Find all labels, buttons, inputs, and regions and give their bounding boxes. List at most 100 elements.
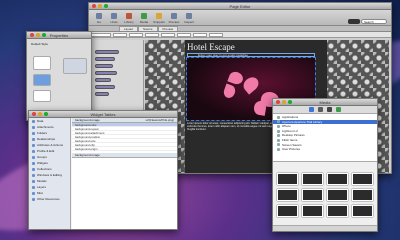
link-select[interactable] xyxy=(177,32,191,37)
profile-icon xyxy=(32,149,35,153)
data-icon xyxy=(32,119,35,123)
color-select[interactable] xyxy=(145,32,159,37)
snippet-item[interactable] xyxy=(95,92,109,96)
window-title: Properties xyxy=(49,33,69,38)
misc-icon xyxy=(32,191,35,195)
snippet-item[interactable] xyxy=(95,57,115,61)
format-bar xyxy=(89,32,391,38)
photo-thumbnail[interactable] xyxy=(352,173,373,185)
folder-icon xyxy=(277,147,280,151)
toolbar-inspect-button[interactable]: Inspect xyxy=(183,13,195,24)
preview-icon xyxy=(171,13,177,19)
group-icon xyxy=(32,155,35,159)
photo-thumbnail[interactable] xyxy=(352,205,373,217)
widget-sidebar: Data Attachments Folders Relationships A… xyxy=(29,118,71,229)
style-card[interactable] xyxy=(33,74,51,86)
toolbar-media-button[interactable]: Media xyxy=(138,13,150,24)
toolbar-preview-button[interactable]: Preview xyxy=(168,13,180,24)
indent-select[interactable] xyxy=(209,32,223,37)
folder-icon xyxy=(277,143,280,147)
widget-tables-window: Widget Tables Data Attachments Folders R… xyxy=(28,110,178,230)
lightroom-icon xyxy=(277,129,280,133)
table-row[interactable]: background-origin xyxy=(72,147,177,151)
snippets-icon xyxy=(156,13,162,19)
photo-thumbnail[interactable] xyxy=(302,205,323,217)
photo-thumbnail[interactable] xyxy=(302,189,323,201)
photo-thumbnail[interactable] xyxy=(327,205,348,217)
aperture-icon xyxy=(277,120,280,124)
search-input[interactable]: Search xyxy=(361,19,387,24)
style-card[interactable] xyxy=(33,56,51,70)
folder-icon xyxy=(32,131,35,135)
section-header: background-image xyxy=(72,153,177,158)
media-icon xyxy=(141,13,147,19)
media-footer xyxy=(273,225,377,231)
editor-titlebar: Page Editor xyxy=(89,3,391,10)
photos-icon[interactable] xyxy=(309,107,314,112)
media-type-bar xyxy=(273,106,377,114)
widget-icon xyxy=(32,161,35,165)
header-property: background-image xyxy=(75,118,100,122)
toolbar-undo-button[interactable]: Undo xyxy=(108,13,120,24)
align-select[interactable] xyxy=(161,32,175,37)
relationship-icon xyxy=(32,137,35,141)
photo-thumbnail[interactable] xyxy=(327,189,348,201)
snippet-item[interactable] xyxy=(95,50,119,54)
properties-titlebar: Properties xyxy=(27,32,91,39)
photo-thumbnail[interactable] xyxy=(277,205,298,217)
folder-icon xyxy=(277,134,280,138)
sidebar-item-other[interactable]: Other Resources xyxy=(29,196,70,202)
font-select[interactable] xyxy=(113,32,127,37)
attribute-icon xyxy=(32,143,35,147)
site-title[interactable]: Hotel Escape xyxy=(187,42,235,52)
toolbar-go-button[interactable]: Go xyxy=(93,13,105,24)
tab-source[interactable]: Source xyxy=(138,26,158,31)
movies-icon[interactable] xyxy=(327,107,332,112)
window-title: Widget Tables xyxy=(90,112,116,117)
photo-thumbnail[interactable] xyxy=(277,173,298,185)
snippet-item[interactable] xyxy=(95,78,111,82)
back-icon xyxy=(96,13,102,19)
media-titlebar: Media xyxy=(273,99,377,106)
music-icon[interactable] xyxy=(318,107,323,112)
list-select[interactable] xyxy=(193,32,207,37)
editor-toolbar: Go Undo Library Media Snippets Preview I… xyxy=(89,10,391,26)
tab-layout[interactable]: Layout xyxy=(119,26,139,31)
widget-titlebar: Widget Tables xyxy=(29,111,177,118)
photo-thumbnail[interactable] xyxy=(352,189,373,201)
window-icon xyxy=(32,173,35,177)
photo-thumbnail[interactable] xyxy=(302,173,323,185)
style-select[interactable] xyxy=(91,32,111,37)
preview-card[interactable] xyxy=(63,58,87,74)
list-item[interactable]: User Pictures xyxy=(273,147,377,152)
size-select[interactable] xyxy=(129,32,143,37)
snippet-item[interactable] xyxy=(95,71,117,75)
model-icon xyxy=(32,179,35,183)
inspect-icon xyxy=(186,13,192,19)
photo-thumbnail[interactable] xyxy=(327,173,348,185)
collection-icon xyxy=(32,167,35,171)
media-browser-window: Media Applications Aperture Aperture Tri… xyxy=(272,98,378,232)
snippet-item[interactable] xyxy=(95,64,113,68)
snippet-item[interactable] xyxy=(95,85,115,89)
library-icon xyxy=(126,13,132,19)
layer-icon xyxy=(32,185,35,189)
attachment-icon xyxy=(32,125,35,129)
toolbar-library-button[interactable]: Library xyxy=(123,13,135,24)
style-card[interactable] xyxy=(33,90,51,102)
resource-icon xyxy=(32,197,35,201)
photo-thumbnail[interactable] xyxy=(277,189,298,201)
thumbnail-grid xyxy=(277,173,373,217)
tab-preview[interactable]: Preview xyxy=(157,26,179,31)
body-text[interactable]: Lorem ipsum dolor sit amet, consectetur … xyxy=(187,122,283,132)
view-mode-button[interactable] xyxy=(348,19,360,24)
media-source-list: Applications Aperture Aperture Trial Lib… xyxy=(273,114,377,162)
toolbar-snippets-button[interactable]: Snippets xyxy=(153,13,165,24)
undo-icon xyxy=(111,13,117,19)
window-title: Media xyxy=(319,100,331,105)
iphoto-icon xyxy=(277,124,280,128)
links-icon[interactable] xyxy=(336,107,341,112)
widget-table: background-image url(Flowers/Pink.png) b… xyxy=(72,118,177,229)
field-label: Default Style xyxy=(31,42,49,46)
window-title: Page Editor xyxy=(229,4,251,9)
